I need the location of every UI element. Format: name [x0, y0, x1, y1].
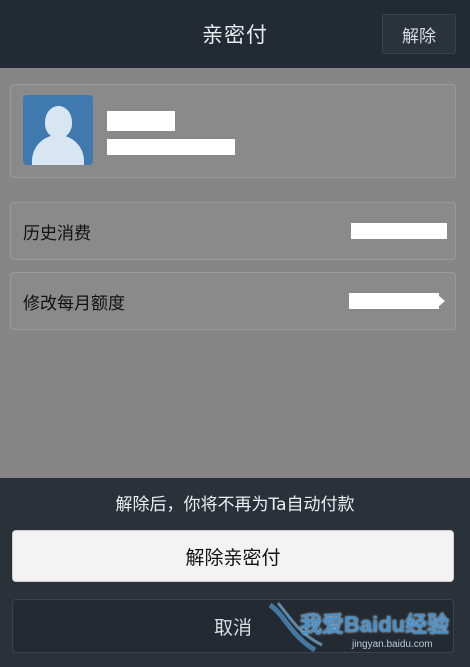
profile-card[interactable]	[10, 84, 456, 178]
avatar-head	[45, 106, 72, 138]
unbind-button[interactable]: 解除亲密付	[12, 530, 454, 582]
cancel-button[interactable]: 取消	[12, 599, 454, 653]
content-overlay: 历史消费 修改每月额度	[0, 68, 470, 478]
redacted-value	[351, 223, 447, 239]
row-label: 历史消费	[23, 223, 91, 244]
redacted-account	[107, 139, 235, 155]
sheet-message: 解除后，你将不再为Ta自动付款	[115, 495, 355, 515]
unbind-header-button[interactable]: 解除	[382, 14, 456, 54]
monthly-limit-row[interactable]: 修改每月额度	[10, 272, 456, 330]
action-sheet: 解除后，你将不再为Ta自动付款 解除亲密付 取消	[0, 478, 470, 667]
chevron-right-icon	[438, 295, 445, 307]
redacted-name	[107, 111, 175, 131]
app-header: 亲密付 解除	[0, 0, 470, 68]
history-spending-row[interactable]: 历史消费	[10, 202, 456, 260]
row-label: 修改每月额度	[23, 293, 125, 314]
redacted-value	[349, 293, 439, 309]
user-avatar-icon	[23, 95, 93, 165]
avatar-body	[32, 135, 84, 165]
